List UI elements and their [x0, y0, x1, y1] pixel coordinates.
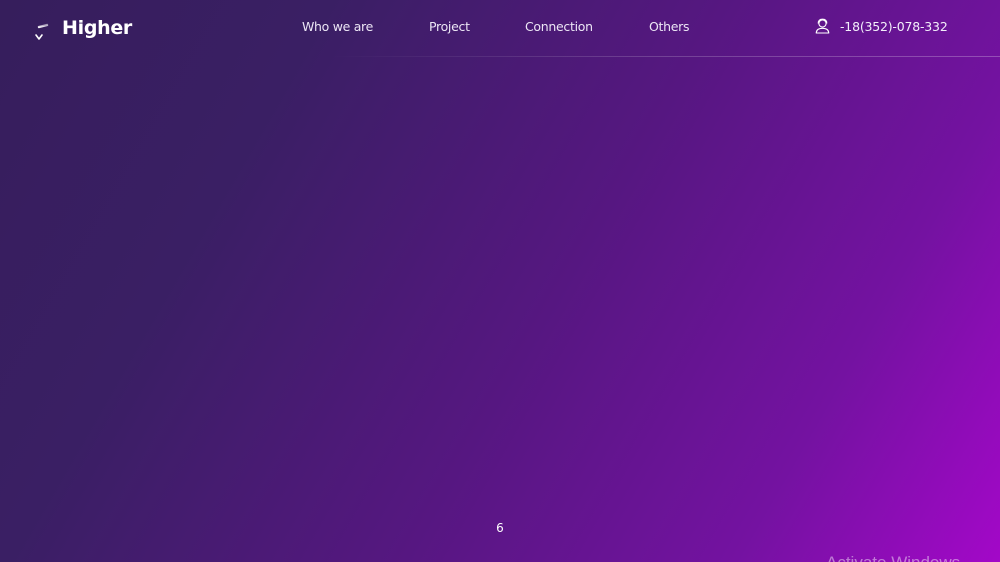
slide-page-number: 6 — [496, 521, 504, 535]
activate-windows-watermark: Activate Windows — [826, 553, 960, 562]
header-divider — [330, 56, 1000, 57]
site-header: Higher Who we are Project Connection Oth… — [0, 0, 1000, 56]
contact-phone-link[interactable]: -18(352)-078-332 — [815, 18, 948, 34]
nav-item-others[interactable]: Others — [649, 19, 690, 34]
nav-item-connection[interactable]: Connection — [525, 19, 593, 34]
nav-item-who-we-are[interactable]: Who we are — [302, 19, 373, 34]
user-headset-icon — [815, 18, 830, 34]
phone-number: -18(352)-078-332 — [840, 18, 948, 34]
nav-item-project[interactable]: Project — [429, 19, 470, 34]
